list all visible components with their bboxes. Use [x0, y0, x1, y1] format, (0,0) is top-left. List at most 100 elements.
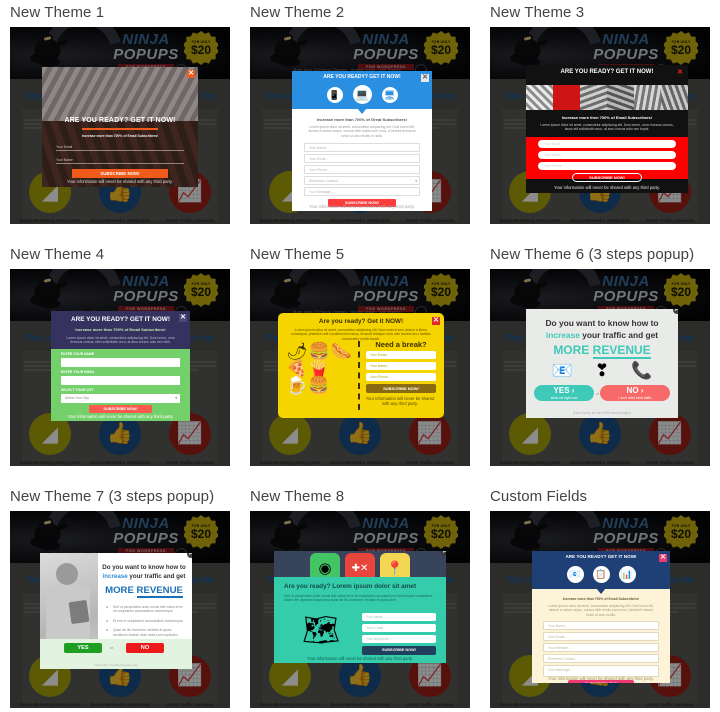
theme-preview-new-theme-3[interactable]: NINJA POPUPS FOR WORDPRESS FOR ONLY $20 … — [490, 27, 710, 224]
input-email[interactable]: Your Email... — [304, 154, 420, 163]
input-name[interactable]: Your Name — [538, 151, 676, 159]
theme-card-new-theme-2: New Theme 2 NINJA POPUPS FOR WORDPRESS F… — [240, 0, 480, 242]
heart-plus-icon: ❣ — [594, 361, 610, 380]
popup-line-1: Do you want to know how to increase your… — [102, 563, 186, 581]
line2-part-a: MORE — [105, 585, 137, 596]
yes-button[interactable]: YES › show me right now — [534, 385, 594, 401]
subscribe-button[interactable]: SUBSCRIBE NOW! — [362, 646, 436, 655]
input-name[interactable]: Your Name... — [543, 621, 659, 630]
popup-heading: ARE YOU READY? GET IT NOW! — [565, 554, 637, 559]
popup-subheading: Increase more than 700% of Email Subscri… — [75, 327, 166, 332]
close-icon[interactable]: ✕ — [187, 553, 192, 558]
line1-part-b: your traffic and get — [127, 573, 186, 580]
label-email: ENTER YOUR EMAIL — [61, 370, 95, 374]
line1-highlight: increase — [545, 330, 580, 340]
close-icon[interactable]: ✕ — [659, 554, 667, 562]
input-email[interactable]: Your Email — [538, 140, 676, 148]
input-email[interactable]: Your Email... — [543, 632, 659, 641]
input-message[interactable]: Your Message... — [304, 187, 420, 196]
select-location[interactable]: Workshop Location — [304, 176, 420, 185]
popup-custom-fields[interactable]: ARE YOU READY? GET IT NOW! 📧 📋 📊 Increas… — [532, 551, 670, 683]
header-notch — [596, 588, 606, 594]
theme-card-new-theme-1: New Theme 1 NINJA POPUPS FOR WORDPRESS — [0, 0, 240, 242]
close-icon[interactable]: ✕ — [441, 551, 446, 556]
mail-icon: 📧 — [566, 566, 584, 583]
input-email[interactable]: Your Email — [56, 145, 184, 152]
popup-new-theme-7[interactable]: Do you want to know how to increase your… — [40, 553, 192, 669]
theme-title: New Theme 1 — [10, 4, 105, 21]
popup-new-theme-5[interactable]: Are you ready? Get it NOW! Lorem ipsum d… — [278, 313, 444, 418]
theme-preview-new-theme-7[interactable]: NINJA POPUPS FOR WORDPRESS FOR ONLY $20 … — [10, 511, 230, 708]
heading-underline — [82, 128, 158, 130]
no-sublabel: I don't need extra traffic — [618, 396, 652, 400]
theme-preview-new-theme-1[interactable]: NINJA POPUPS FOR WORDPRESS FOR ONLY $20 … — [10, 27, 230, 224]
theme-preview-new-theme-4[interactable]: NINJA POPUPS FOR WORDPRESS FOR ONLY $20 … — [10, 269, 230, 466]
input-preferred-contact[interactable]: Preferred Contact... — [543, 654, 659, 663]
tablet-icon: 💻 — [352, 85, 372, 104]
coupon-divider — [358, 341, 360, 410]
line2-part-a: MORE — [553, 343, 593, 357]
close-icon[interactable]: ✕ — [432, 317, 440, 325]
theme-preview-new-theme-6[interactable]: NINJA POPUPS FOR WORDPRESS FOR ONLY $20 … — [490, 269, 710, 466]
privacy-note: Your information will never be shared wi… — [548, 676, 654, 681]
envelope-icon: 📧 — [551, 361, 573, 380]
popup-heading: ARE YOU READY? GET IT NOW! — [323, 74, 401, 80]
theme-preview-new-theme-8[interactable]: NINJA POPUPS FOR WORDPRESS FOR ONLY $20 … — [250, 511, 470, 708]
popup-line-2: MORE REVENUE — [102, 585, 186, 598]
close-icon[interactable]: ✕ — [673, 309, 678, 314]
input-name[interactable]: Your Name — [56, 158, 184, 165]
popup-line-2: MORE REVENUE — [534, 343, 670, 359]
theme-title: Custom Fields — [490, 488, 588, 505]
close-icon[interactable]: ✕ — [421, 74, 429, 82]
no-button[interactable]: NO — [126, 643, 164, 653]
input-phone[interactable]: Your Phone... — [304, 165, 420, 174]
or-separator: or — [110, 646, 114, 650]
select-city[interactable]: Select Your City — [61, 394, 180, 403]
list-item: ● Quae ab illo inventore veritatis et qu… — [106, 628, 178, 637]
popup-new-theme-8[interactable]: ◉ ✚✕ 📍 Are you ready? Lorem ipsum dolor … — [274, 551, 446, 663]
yes-label: YES › — [553, 386, 575, 395]
input-email[interactable]: Your e-mail... — [362, 624, 436, 632]
no-button[interactable]: NO › I don't need extra traffic — [600, 385, 670, 401]
subscribe-button[interactable]: SUBSCRIBE NOW! — [366, 384, 436, 393]
input-email[interactable] — [61, 376, 180, 385]
chevron-down-icon: ▾ — [415, 179, 417, 183]
privacy-note: Your information will never be shared wi… — [554, 185, 660, 190]
theme-card-new-theme-8: New Theme 8 NINJA POPUPS FOR WORDPRESS — [240, 484, 480, 712]
theme-gallery-grid: New Theme 1 NINJA POPUPS FOR WORDPRESS — [0, 0, 720, 712]
close-icon[interactable]: ✕ — [179, 314, 187, 322]
line2-part-b: REVENUE — [592, 343, 651, 359]
input-email[interactable]: Your Email... — [366, 351, 436, 359]
popup-heading: ARE YOU READY? GET IT NOW! — [71, 316, 170, 323]
input-name[interactable]: Your name... — [362, 613, 436, 621]
theme-title: New Theme 8 — [250, 488, 345, 505]
popup-body: Lorem ipsum dolor sit amet, consectetur … — [308, 125, 416, 138]
popup-icon-row: 📧 ❣ 📞 — [526, 361, 678, 381]
close-icon[interactable]: ✕ — [676, 69, 684, 77]
popup-new-theme-1[interactable]: ✕ ARE YOU READY? GET IT NOW! Increase mo… — [42, 67, 198, 187]
yes-button[interactable]: YES — [64, 643, 102, 653]
input-website[interactable]: Your Website... — [543, 643, 659, 652]
line1-part-a: Do you want to know how to — [545, 318, 659, 328]
popup-new-theme-6[interactable]: Do you want to know how to increase your… — [526, 309, 678, 418]
theme-preview-new-theme-2[interactable]: NINJA POPUPS FOR WORDPRESS FOR ONLY $20 … — [250, 27, 470, 224]
subscribe-button[interactable]: SUBSCRIBE NOW! — [572, 173, 642, 182]
theme-title: New Theme 2 — [250, 4, 345, 21]
popup-new-theme-4[interactable]: ARE YOU READY? GET IT NOW! Increase more… — [51, 311, 190, 421]
popup-new-theme-3[interactable]: ARE YOU READY? GET IT NOW! Increase more… — [526, 65, 688, 193]
image-strip — [526, 85, 688, 110]
list-item: ● Et eos et voluptatem accusantium dolor… — [106, 618, 183, 623]
input-name[interactable]: Your Name... — [304, 143, 420, 152]
popup-new-theme-2[interactable]: ARE YOU READY? GET IT NOW! 📱 💻 🖥 Increas… — [292, 71, 432, 211]
subscribe-button[interactable]: SUBSCRIBE NOW! — [89, 405, 152, 413]
input-name[interactable] — [61, 358, 180, 367]
input-telephone[interactable]: Your telephone... — [362, 635, 436, 643]
input-phone[interactable]: Your Phone — [538, 162, 676, 170]
theme-preview-new-theme-5[interactable]: NINJA POPUPS FOR WORDPRESS FOR ONLY $20 … — [250, 269, 470, 466]
theme-preview-custom-fields[interactable]: NINJA POPUPS FOR WORDPRESS FOR ONLY $20 … — [490, 511, 710, 708]
subscribe-button[interactable]: SUBSCRIBE NOW! — [72, 169, 168, 178]
popup-subheading: Increase more than 700% of Email Subscri… — [81, 134, 159, 138]
input-name[interactable]: Your Name... — [366, 362, 436, 370]
input-phone[interactable]: Your Phone... — [366, 373, 436, 381]
close-icon[interactable]: ✕ — [187, 70, 195, 78]
